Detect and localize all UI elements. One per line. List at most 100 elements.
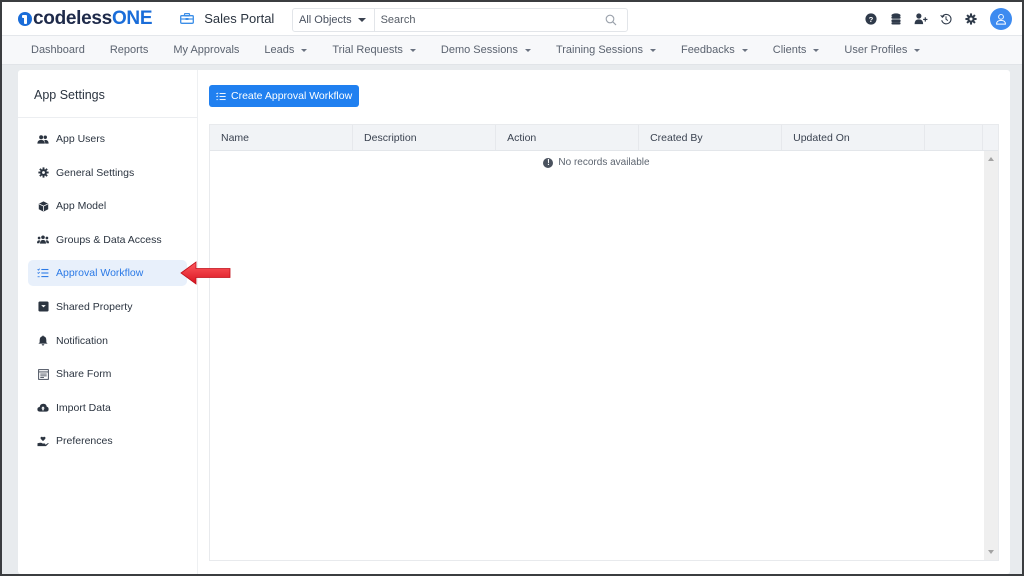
sidebar-item-label: Shared Property	[56, 300, 133, 313]
approval-workflow-table: Name Description Action Created By Updat…	[209, 124, 999, 561]
nav-label: My Approvals	[173, 44, 240, 56]
nav-reports[interactable]: Reports	[110, 44, 149, 56]
nav-label: User Profiles	[844, 44, 908, 56]
sidebar-item-label: App Model	[56, 200, 107, 213]
portal-switcher[interactable]: Sales Portal	[180, 11, 274, 26]
logo-mark-icon	[18, 11, 32, 26]
user-avatar[interactable]	[990, 8, 1012, 30]
nav-leads[interactable]: Leads	[264, 44, 308, 56]
nav-feedbacks[interactable]: Feedbacks	[681, 44, 748, 56]
gear-icon	[37, 167, 49, 179]
nav-demo-sessions[interactable]: Demo Sessions	[441, 44, 531, 56]
chevron-down-icon	[813, 48, 820, 52]
column-header-description[interactable]: Description	[353, 125, 497, 150]
svg-text:?: ?	[869, 15, 874, 24]
sidebar-item-app-users[interactable]: App Users	[28, 126, 187, 152]
search-input[interactable]	[374, 9, 605, 31]
main-nav: Dashboard Reports My Approvals Leads Tri…	[2, 36, 1022, 65]
empty-state-text: No records available	[558, 157, 650, 168]
chevron-down-icon	[301, 48, 308, 52]
nav-label: Reports	[109, 44, 149, 56]
global-search: All Objects	[292, 8, 628, 32]
search-scope-dropdown[interactable]: All Objects	[293, 9, 375, 31]
nav-label: Training Sessions	[555, 44, 643, 56]
top-bar: codeless ONE Sales Portal All Objects ?	[2, 2, 1022, 36]
nav-user-profiles[interactable]: User Profiles	[844, 44, 921, 56]
column-header-action[interactable]: Action	[496, 125, 640, 150]
sidebar-item-groups-data-access[interactable]: Groups & Data Access	[28, 227, 187, 253]
sidebar-item-app-model[interactable]: App Model	[28, 193, 187, 219]
empty-state: ! No records available	[210, 157, 983, 168]
inbox-icon	[37, 301, 49, 313]
hand-heart-icon	[37, 435, 49, 447]
chevron-down-icon	[741, 48, 748, 52]
portal-name: Sales Portal	[204, 11, 275, 26]
sidebar-item-label: Import Data	[56, 401, 111, 414]
nav-clients[interactable]: Clients	[773, 44, 820, 56]
form-icon	[37, 368, 49, 380]
column-header-scroll-spacer	[983, 125, 998, 150]
sidebar-item-notification[interactable]: Notification	[28, 328, 187, 354]
history-icon[interactable]	[939, 12, 953, 26]
sidebar-list: App Users General Settings App Model Gro…	[18, 118, 197, 454]
main-panel: Create Approval Workflow Name Descriptio…	[198, 70, 1010, 574]
scroll-up-icon[interactable]	[988, 157, 994, 161]
sidebar-title: App Settings	[18, 70, 197, 118]
create-button-label: Create Approval Workflow	[231, 90, 353, 102]
checklist-icon	[216, 92, 226, 100]
header-actions: ?	[853, 2, 1012, 36]
sidebar-item-import-data[interactable]: Import Data	[28, 395, 187, 421]
logo-text-one: ONE	[111, 7, 153, 29]
chevron-down-icon	[409, 48, 416, 52]
cube-icon	[37, 200, 49, 212]
add-user-icon[interactable]	[914, 12, 928, 26]
sidebar-item-preferences[interactable]: Preferences	[28, 428, 187, 454]
column-header-name[interactable]: Name	[210, 125, 354, 150]
sidebar-item-label: App Users	[56, 133, 106, 145]
nav-training-sessions[interactable]: Training Sessions	[556, 44, 656, 56]
sidebar-item-share-form[interactable]: Share Form	[28, 361, 187, 387]
nav-label: Leads	[264, 44, 295, 56]
search-icon[interactable]	[605, 14, 617, 26]
table-body: ! No records available	[210, 151, 998, 560]
nav-label: Trial Requests	[332, 44, 403, 56]
settings-icon[interactable]	[964, 12, 978, 26]
chevron-down-icon	[914, 48, 921, 52]
help-icon[interactable]: ?	[864, 12, 878, 26]
nav-label: Demo Sessions	[440, 44, 518, 56]
table-header: Name Description Action Created By Updat…	[210, 125, 998, 151]
cloud-upload-icon	[37, 402, 49, 414]
vertical-scrollbar[interactable]	[984, 151, 998, 560]
nav-label: Clients	[772, 44, 807, 56]
settings-sidebar: App Settings App Users General Settings …	[18, 70, 198, 574]
sidebar-item-label: Notification	[56, 334, 108, 347]
sidebar-item-label: Approval Workflow	[56, 267, 144, 280]
chevron-down-icon	[357, 18, 366, 22]
app-logo[interactable]: codeless ONE	[18, 2, 153, 36]
sidebar-item-label: Preferences	[56, 435, 113, 448]
chevron-down-icon	[524, 48, 531, 52]
sidebar-item-shared-property[interactable]: Shared Property	[28, 294, 187, 320]
logo-text-codeless: codeless	[33, 7, 112, 29]
nav-my-approvals[interactable]: My Approvals	[173, 44, 239, 56]
bell-icon	[37, 335, 49, 347]
sidebar-item-approval-workflow[interactable]: Approval Workflow	[28, 260, 187, 287]
sidebar-item-label: General Settings	[56, 166, 135, 179]
sidebar-item-label: Share Form	[56, 368, 112, 381]
checklist-icon	[37, 267, 49, 279]
user-icon	[996, 13, 1006, 25]
search-scope-label: All Objects	[299, 14, 352, 26]
create-approval-workflow-button[interactable]: Create Approval Workflow	[209, 85, 360, 107]
annotation-arrow-icon	[180, 261, 231, 285]
nav-trial-requests[interactable]: Trial Requests	[332, 44, 416, 56]
sidebar-item-label: Groups & Data Access	[56, 233, 162, 246]
database-icon[interactable]	[889, 12, 903, 26]
column-header-created-by[interactable]: Created By	[639, 125, 783, 150]
sidebar-item-general-settings[interactable]: General Settings	[28, 160, 187, 186]
chevron-down-icon	[649, 48, 656, 52]
column-header-updated-on[interactable]: Updated On	[782, 125, 926, 150]
nav-dashboard[interactable]: Dashboard	[31, 44, 85, 56]
scroll-down-icon[interactable]	[988, 550, 994, 554]
users-icon	[37, 133, 49, 145]
column-header-spacer	[925, 125, 983, 150]
